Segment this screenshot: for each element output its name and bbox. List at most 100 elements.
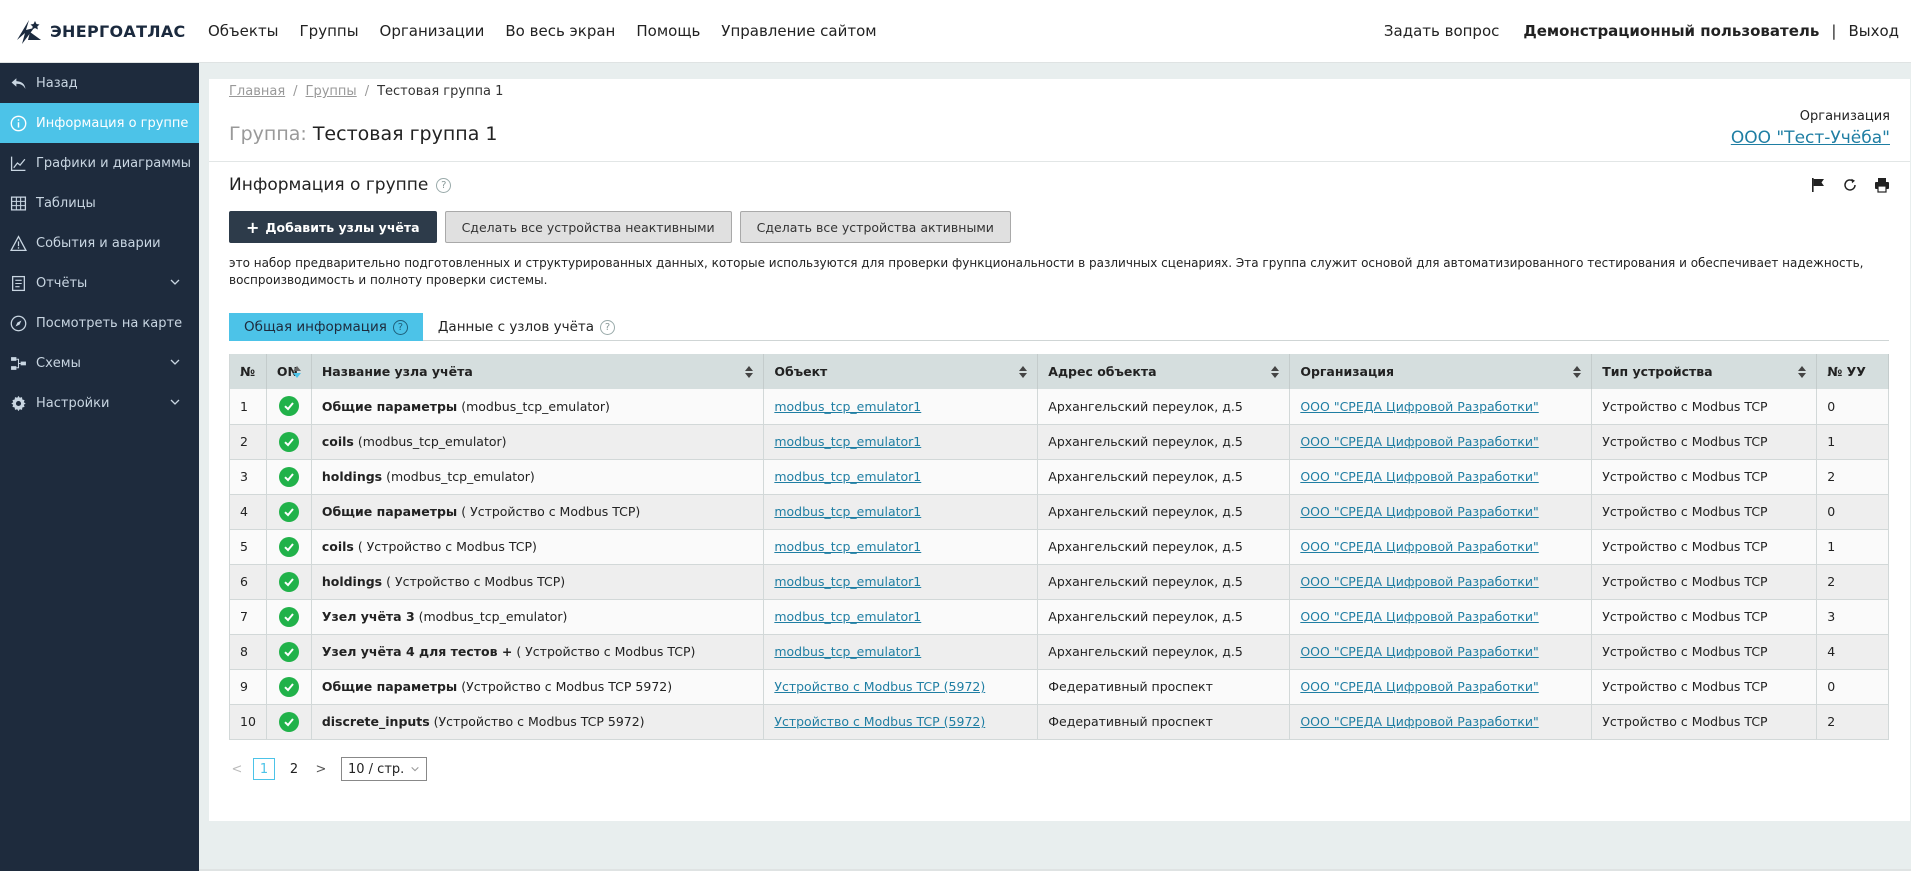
table-row[interactable]: 5 coils ( Устройство с Modbus TCP) modbus_…	[229, 529, 1889, 565]
sidebar-item-tables[interactable]: Таблицы	[0, 183, 199, 223]
check-circle-icon[interactable]	[278, 606, 299, 627]
col-meter-name[interactable]: Название узла учёта	[311, 354, 765, 389]
organization-link[interactable]: ООО "СРЕДА Цифровой Разработки"	[1300, 539, 1538, 554]
organization-link[interactable]: ООО "СРЕДА Цифровой Разработки"	[1300, 609, 1538, 624]
ask-question-link[interactable]: Задать вопрос	[1384, 22, 1500, 40]
activate-all-button[interactable]: Сделать все устройства активными	[739, 211, 1011, 243]
object-link[interactable]: modbus_tcp_emulator1	[774, 644, 921, 659]
nav-groups[interactable]: Группы	[300, 22, 359, 40]
sidebar-item-group-info[interactable]: Информация о группе	[0, 103, 199, 143]
table-row[interactable]: 8 Узел учёта 4 для тестов + ( Устройство …	[229, 634, 1889, 670]
table-icon	[8, 193, 28, 213]
check-circle-icon[interactable]	[278, 641, 299, 662]
organization-link[interactable]: ООО "СРЕДА Цифровой Разработки"	[1300, 399, 1538, 414]
sidebar-item-settings[interactable]: Настройки	[0, 383, 199, 423]
object-link[interactable]: modbus_tcp_emulator1	[774, 504, 921, 519]
check-circle-icon[interactable]	[278, 676, 299, 697]
nav-site-admin[interactable]: Управление сайтом	[721, 22, 876, 40]
table-row[interactable]: 3 holdings (modbus_tcp_emulator) modbus_tc…	[229, 459, 1889, 495]
prev-page-button[interactable]: <	[229, 762, 245, 777]
check-circle-icon[interactable]	[278, 536, 299, 557]
check-circle-icon[interactable]	[278, 501, 299, 522]
table-row[interactable]: 9 Общие параметры (Устройство с Modbus TC…	[229, 669, 1889, 705]
nav-help[interactable]: Помощь	[636, 22, 700, 40]
sort-icon[interactable]	[1573, 366, 1582, 378]
object-link[interactable]: Устройство с Modbus TCP (5972)	[774, 679, 985, 694]
sort-icon[interactable]	[745, 366, 754, 378]
organization-link[interactable]: ООО "СРЕДА Цифровой Разработки"	[1300, 469, 1538, 484]
object-link[interactable]: Устройство с Modbus TCP (5972)	[774, 714, 985, 729]
nav-objects[interactable]: Объекты	[208, 22, 279, 40]
logo[interactable]: ЭНЕРГОАТЛАС	[0, 16, 200, 46]
user-name[interactable]: Демонстрационный пользователь	[1523, 22, 1819, 40]
help-icon[interactable]: ?	[436, 177, 452, 193]
object-link[interactable]: modbus_tcp_emulator1	[774, 574, 921, 589]
check-circle-icon[interactable]	[278, 711, 299, 732]
tab-general-info[interactable]: Общая информация ?	[229, 313, 423, 341]
meter-name-bold: Общие параметры	[321, 398, 458, 414]
sort-icon[interactable]	[292, 366, 301, 378]
chevron-down-icon[interactable]	[169, 396, 181, 408]
sort-icon[interactable]	[1019, 366, 1028, 378]
object-link[interactable]: modbus_tcp_emulator1	[774, 469, 921, 484]
table-row[interactable]: 10 discrete_inputs (Устройство с Modbus T…	[229, 704, 1889, 740]
organization-link[interactable]: ООО "СРЕДА Цифровой Разработки"	[1300, 679, 1538, 694]
table-row[interactable]: 7 Узел учёта 3 (modbus_tcp_emulator) modbu…	[229, 599, 1889, 635]
deactivate-all-button[interactable]: Сделать все устройства неактивными	[444, 211, 732, 243]
object-link[interactable]: modbus_tcp_emulator1	[774, 434, 921, 449]
cell-object: modbus_tcp_emulator1	[763, 564, 1039, 600]
organization-link[interactable]: ООО "СРЕДА Цифровой Разработки"	[1300, 504, 1538, 519]
page-1-button[interactable]: 1	[253, 758, 275, 780]
tab-label: Общая информация	[244, 319, 387, 335]
sidebar-item-schemes[interactable]: Схемы	[0, 343, 199, 383]
sort-icon[interactable]	[1271, 366, 1280, 378]
table-row[interactable]: 2 coils (modbus_tcp_emulator) modbus_tcp_e…	[229, 424, 1889, 460]
refresh-icon[interactable]	[1842, 177, 1858, 193]
check-circle-icon[interactable]	[278, 396, 299, 417]
table-row[interactable]: 6 holdings ( Устройство с Modbus TCP) modb…	[229, 564, 1889, 600]
flag-icon[interactable]	[1810, 177, 1826, 193]
sidebar-item-reports[interactable]: Отчёты	[0, 263, 199, 303]
organization-link[interactable]: ООО "СРЕДА Цифровой Разработки"	[1300, 434, 1538, 449]
breadcrumb-home[interactable]: Главная	[229, 84, 285, 99]
col-address[interactable]: Адрес объекта	[1037, 354, 1291, 389]
organization-block: Организация ООО "Тест-Учёба"	[1731, 109, 1890, 148]
sidebar-item-map[interactable]: Посмотреть на карте	[0, 303, 199, 343]
nav-organizations[interactable]: Организации	[380, 22, 485, 40]
page-2-button[interactable]: 2	[283, 758, 305, 780]
page-size-select[interactable]: 10 / стр.	[341, 757, 428, 781]
col-device-type[interactable]: Тип устройства	[1591, 354, 1818, 389]
help-icon[interactable]: ?	[392, 319, 408, 335]
chevron-down-icon[interactable]	[169, 356, 181, 368]
meter-name-bold: discrete_inputs	[321, 714, 430, 729]
breadcrumb-groups[interactable]: Группы	[306, 84, 357, 99]
object-link[interactable]: modbus_tcp_emulator1	[774, 399, 921, 414]
organization-link[interactable]: ООО "Тест-Учёба"	[1731, 128, 1890, 148]
tab-meter-data[interactable]: Данные с узлов учёта ?	[423, 313, 630, 341]
object-link[interactable]: modbus_tcp_emulator1	[774, 539, 921, 554]
add-meters-button[interactable]: + Добавить узлы учёта	[229, 211, 437, 243]
nav-fullscreen[interactable]: Во весь экран	[505, 22, 615, 40]
organization-link[interactable]: ООО "СРЕДА Цифровой Разработки"	[1300, 714, 1538, 729]
sidebar-item-events[interactable]: События и аварии	[0, 223, 199, 263]
print-icon[interactable]	[1874, 177, 1890, 193]
col-on[interactable]: ON	[266, 354, 312, 389]
organization-link[interactable]: ООО "СРЕДА Цифровой Разработки"	[1300, 644, 1538, 659]
help-icon[interactable]: ?	[600, 319, 616, 335]
table-row[interactable]: 4 Общие параметры ( Устройство с Modbus T…	[229, 494, 1889, 530]
object-link[interactable]: modbus_tcp_emulator1	[774, 609, 921, 624]
sort-icon[interactable]	[1798, 366, 1807, 378]
chevron-down-icon[interactable]	[169, 276, 181, 288]
sidebar-item-back[interactable]: Назад	[0, 63, 199, 103]
col-object[interactable]: Объект	[763, 354, 1039, 389]
cell-meter-name: discrete_inputs (Устройство с Modbus TCP…	[311, 704, 765, 740]
next-page-button[interactable]: >	[313, 762, 329, 777]
sidebar-item-charts[interactable]: Графики и диаграммы	[0, 143, 199, 183]
check-circle-icon[interactable]	[278, 466, 299, 487]
table-row[interactable]: 1 Общие параметры (modbus_tcp_emulator) mo…	[229, 389, 1889, 425]
organization-link[interactable]: ООО "СРЕДА Цифровой Разработки"	[1300, 574, 1538, 589]
check-circle-icon[interactable]	[278, 431, 299, 452]
logout-link[interactable]: Выход	[1848, 22, 1899, 40]
check-circle-icon[interactable]	[278, 571, 299, 592]
col-organization[interactable]: Организация	[1289, 354, 1593, 389]
